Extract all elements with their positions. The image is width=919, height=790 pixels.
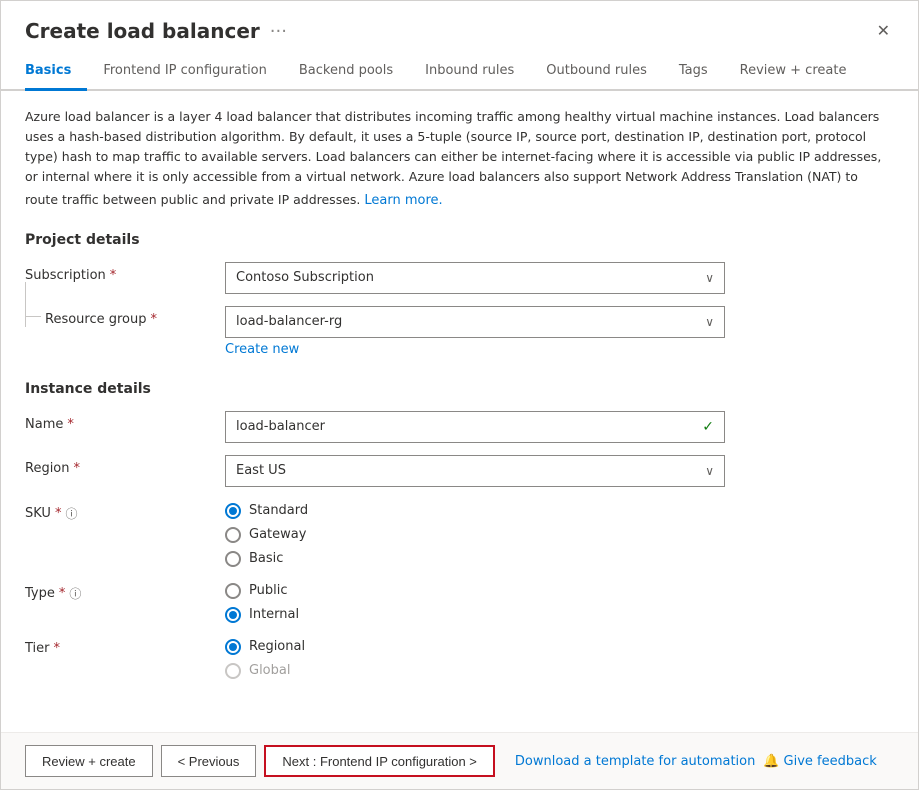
learn-more-link[interactable]: Learn more. xyxy=(364,191,442,212)
name-control: load-balancer ✓ xyxy=(225,411,725,443)
sku-basic-label: Basic xyxy=(249,551,283,566)
type-radio-group: Public Internal xyxy=(225,579,725,623)
tab-basics[interactable]: Basics xyxy=(25,53,87,91)
give-feedback-link[interactable]: 🔔 Give feedback xyxy=(763,754,876,769)
content-area: Azure load balancer is a layer 4 load ba… xyxy=(1,91,918,732)
tier-global-option[interactable]: Global xyxy=(225,663,725,679)
sku-basic-option[interactable]: Basic xyxy=(225,551,725,567)
type-public-radio[interactable] xyxy=(225,583,241,599)
type-control: Public Internal xyxy=(225,579,725,623)
instance-details-title: Instance details xyxy=(25,381,894,397)
region-dropdown[interactable]: East US ∨ xyxy=(225,455,725,487)
tab-outbound-rules[interactable]: Outbound rules xyxy=(530,53,663,91)
type-internal-option[interactable]: Internal xyxy=(225,607,725,623)
type-public-option[interactable]: Public xyxy=(225,583,725,599)
name-input[interactable]: load-balancer ✓ xyxy=(225,411,725,443)
subscription-chevron-icon: ∨ xyxy=(705,271,714,285)
instance-details-section: Instance details Name * load-balancer ✓ … xyxy=(25,381,894,679)
sku-basic-radio[interactable] xyxy=(225,551,241,567)
name-required: * xyxy=(67,417,74,432)
sku-gateway-radio[interactable] xyxy=(225,527,241,543)
subscription-required: * xyxy=(110,268,117,283)
region-row: Region * East US ∨ xyxy=(25,455,894,487)
tab-review-create[interactable]: Review + create xyxy=(724,53,863,91)
sku-standard-label: Standard xyxy=(249,503,308,518)
feedback-icon: 🔔 xyxy=(763,754,779,769)
region-control: East US ∨ xyxy=(225,455,725,487)
description-text: Azure load balancer is a layer 4 load ba… xyxy=(25,107,894,212)
region-label: Region * xyxy=(25,455,225,476)
type-public-label: Public xyxy=(249,583,287,598)
tab-backend-pools[interactable]: Backend pools xyxy=(283,53,409,91)
title-row: Create load balancer ··· xyxy=(25,19,287,43)
sku-info-icon[interactable]: ⓘ xyxy=(65,505,77,522)
tab-tags[interactable]: Tags xyxy=(663,53,724,91)
resource-group-row: Resource group * load-balancer-rg ∨ Crea… xyxy=(25,306,894,357)
type-info-icon[interactable]: ⓘ xyxy=(69,585,81,602)
sku-label: SKU * ⓘ xyxy=(25,499,225,522)
sku-gateway-option[interactable]: Gateway xyxy=(225,527,725,543)
tab-inbound-rules[interactable]: Inbound rules xyxy=(409,53,530,91)
subscription-label: Subscription * xyxy=(25,262,225,283)
resource-group-dropdown[interactable]: load-balancer-rg ∨ xyxy=(225,306,725,338)
sku-gateway-label: Gateway xyxy=(249,527,306,542)
tier-row: Tier * Regional Global xyxy=(25,635,894,679)
tabs-bar: Basics Frontend IP configuration Backend… xyxy=(1,53,918,91)
subscription-dropdown[interactable]: Contoso Subscription ∨ xyxy=(225,262,725,294)
sku-standard-radio[interactable] xyxy=(225,503,241,519)
subscription-row: Subscription * Contoso Subscription ∨ xyxy=(25,262,894,294)
type-label: Type * ⓘ xyxy=(25,579,225,602)
tier-regional-option[interactable]: Regional xyxy=(225,639,725,655)
tab-frontend-ip[interactable]: Frontend IP configuration xyxy=(87,53,283,91)
tier-global-label: Global xyxy=(249,663,290,678)
resource-group-control: load-balancer-rg ∨ Create new xyxy=(225,306,725,357)
create-load-balancer-dialog: Create load balancer ··· ✕ Basics Fronte… xyxy=(0,0,919,790)
project-details-section: Project details Subscription * Contoso S… xyxy=(25,232,894,357)
footer: Review + create < Previous Next : Fronte… xyxy=(1,732,918,789)
sku-row: SKU * ⓘ Standard Gateway xyxy=(25,499,894,567)
type-row: Type * ⓘ Public Internal xyxy=(25,579,894,623)
project-details-title: Project details xyxy=(25,232,894,248)
sku-required: * xyxy=(55,506,62,521)
tier-regional-radio[interactable] xyxy=(225,639,241,655)
resource-group-label: Resource group * xyxy=(25,306,225,327)
type-internal-radio[interactable] xyxy=(225,607,241,623)
name-row: Name * load-balancer ✓ xyxy=(25,411,894,443)
tier-global-radio[interactable] xyxy=(225,663,241,679)
previous-button[interactable]: < Previous xyxy=(161,745,257,777)
name-label: Name * xyxy=(25,411,225,432)
tier-control: Regional Global xyxy=(225,635,725,679)
sku-standard-option[interactable]: Standard xyxy=(225,503,725,519)
subscription-control: Contoso Subscription ∨ xyxy=(225,262,725,294)
download-template-link[interactable]: Download a template for automation xyxy=(515,754,755,769)
region-required: * xyxy=(74,461,81,476)
dialog-title: Create load balancer xyxy=(25,19,260,43)
resource-group-required: * xyxy=(151,312,158,327)
tier-label: Tier * xyxy=(25,635,225,656)
sku-radio-group: Standard Gateway Basic xyxy=(225,499,725,567)
name-valid-icon: ✓ xyxy=(702,419,714,435)
type-required: * xyxy=(59,586,66,601)
resource-group-chevron-icon: ∨ xyxy=(705,315,714,329)
dialog-header: Create load balancer ··· ✕ xyxy=(1,1,918,53)
region-chevron-icon: ∨ xyxy=(705,464,714,478)
sku-control: Standard Gateway Basic xyxy=(225,499,725,567)
close-button[interactable]: ✕ xyxy=(873,17,894,45)
create-new-resource-group-link[interactable]: Create new xyxy=(225,342,299,357)
tier-radio-group: Regional Global xyxy=(225,635,725,679)
tier-regional-label: Regional xyxy=(249,639,305,654)
next-button[interactable]: Next : Frontend IP configuration > xyxy=(264,745,495,777)
review-create-button[interactable]: Review + create xyxy=(25,745,153,777)
type-internal-label: Internal xyxy=(249,607,299,622)
tier-required: * xyxy=(54,641,61,656)
more-options-icon[interactable]: ··· xyxy=(270,21,287,42)
